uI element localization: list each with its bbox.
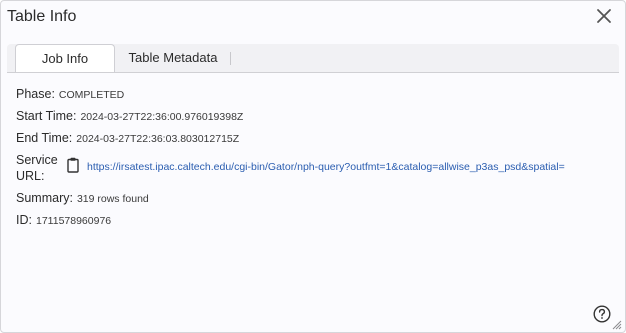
id-label: ID: [16, 213, 32, 227]
tab-bar: Job Info Table Metadata [7, 44, 619, 72]
close-icon[interactable] [595, 7, 613, 25]
dialog-title: Table Info [7, 8, 77, 25]
start-time-row: Start Time: 2024-03-27T22:36:00.976019398… [16, 109, 243, 123]
start-time-label: Start Time: [16, 109, 77, 123]
end-time-row: End Time: 2024-03-27T22:36:03.803012715Z [16, 131, 239, 145]
resize-grip-icon[interactable] [610, 317, 622, 330]
service-url-label-line1: Service [16, 153, 58, 167]
service-url-link[interactable]: https://irsatest.ipac.caltech.edu/cgi-bi… [87, 161, 615, 173]
phase-value: COMPLETED [58, 89, 125, 101]
table-info-dialog: Table Info Job Info Table Metadata Phase… [0, 0, 626, 333]
service-url-label-line2: URL: [16, 169, 45, 183]
end-time-value: 2024-03-27T22:36:03.803012715Z [76, 133, 240, 145]
tab-separator [230, 52, 231, 65]
id-row: ID: 1711578960976 [16, 213, 111, 227]
tab-divider [7, 72, 619, 73]
start-time-value: 2024-03-27T22:36:00.976019398Z [80, 111, 244, 123]
summary-row: Summary: 319 rows found [16, 191, 149, 205]
tab-table-metadata[interactable]: Table Metadata [117, 44, 229, 72]
help-icon[interactable] [593, 305, 611, 323]
dialog-header: Table Info [1, 1, 625, 35]
clipboard-icon[interactable] [67, 157, 79, 173]
end-time-label: End Time: [16, 131, 73, 145]
id-value: 1711578960976 [35, 215, 112, 227]
tab-job-info[interactable]: Job Info [15, 44, 115, 72]
summary-value: 319 rows found [76, 193, 149, 205]
phase-row: Phase: COMPLETED [16, 87, 124, 101]
summary-label: Summary: [16, 191, 73, 205]
phase-label: Phase: [16, 87, 55, 101]
